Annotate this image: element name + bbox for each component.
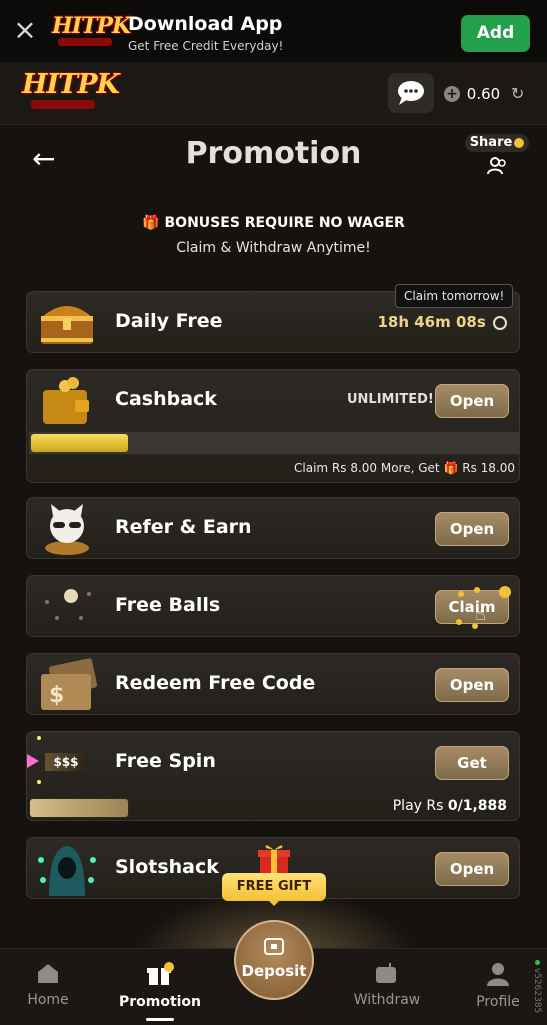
spin-play-value: 0/1,888 [447, 798, 507, 814]
cashback-progress-fill [31, 434, 128, 452]
home-icon [38, 964, 58, 983]
free-gift-badge[interactable]: FREE GIFT [222, 873, 326, 901]
unlimited-badge: UNLIMITED! [347, 392, 434, 407]
spin-ticket-icon: $$$ [27, 752, 93, 772]
version-dot [534, 960, 540, 965]
wallet-coins-icon [37, 374, 97, 424]
tooltip-text: Claim tomorrow! [404, 289, 505, 303]
nav-label: Home [27, 992, 69, 1008]
deposit-button[interactable]: Deposit [234, 920, 314, 1000]
voucher-ticket-icon: $ [37, 658, 98, 710]
spin-progress-bar [29, 798, 129, 818]
promo-title: Free Balls [115, 594, 221, 616]
close-icon[interactable]: × [12, 16, 38, 44]
slotshack-open-button[interactable]: Open [435, 852, 509, 886]
banner-logo-ribbon [58, 38, 112, 46]
promo-title: Free Spin [115, 750, 216, 772]
countdown-text: 18h 46m 08s [377, 313, 486, 331]
pachinko-balls-icon [37, 580, 97, 630]
banner-logo-text: HITPK [52, 13, 131, 39]
cashback-hint-prefix: Claim Rs 8.00 More, Get [294, 461, 440, 475]
nav-withdraw[interactable]: Withdraw [342, 962, 432, 1008]
add-funds-icon[interactable]: + [444, 85, 460, 102]
spin-play-prefix: Play Rs [392, 798, 444, 814]
chat-button[interactable] [388, 73, 434, 113]
hooded-hacker-icon [37, 840, 97, 896]
banner-logo: HITPK [52, 13, 131, 50]
wallet-icon [264, 938, 284, 955]
cashback-open-button[interactable]: Open [435, 384, 509, 418]
promo-card-refer-earn[interactable]: Refer & Earn Open [26, 497, 520, 559]
nav-label: Promotion [118, 994, 202, 1010]
share-users-icon[interactable] [486, 157, 508, 175]
bonus-notice-headline: 🎁 BONUSES REQUIRE NO WAGER [0, 215, 547, 231]
nav-promotion[interactable]: Promotion [115, 962, 205, 1010]
promo-title: Slotshack [115, 856, 219, 878]
claim-tomorrow-tooltip: Claim tomorrow! [395, 284, 514, 308]
back-arrow-icon[interactable]: ← [32, 142, 55, 175]
cashback-progress-bar [29, 432, 519, 454]
refer-open-button[interactable]: Open [435, 512, 509, 546]
promo-card-free-balls[interactable]: Free Balls Claim ☝ [26, 575, 520, 637]
balance-display: + 0.60 ↻ [444, 84, 524, 103]
spin-sparkle-icon [37, 780, 41, 784]
promo-card-free-spin[interactable]: $$$ Free Spin Get Play Rs 0/1,888 [26, 731, 520, 821]
promo-card-cashback[interactable]: Cashback UNLIMITED! Open Claim Rs 8.00 M… [26, 369, 520, 483]
refresh-icon[interactable]: ↻ [511, 84, 524, 103]
withdraw-wallet-icon [376, 963, 396, 983]
cashback-hint-suffix: Rs 18.00 [462, 461, 515, 475]
pointer-hand-icon: ☝ [475, 604, 486, 625]
version-text: v5262385 [528, 960, 542, 1020]
balance-amount: 0.60 [466, 84, 501, 103]
promo-title: Daily Free [115, 310, 223, 332]
banner-title: Download App [128, 13, 283, 35]
promo-title: Cashback [115, 388, 217, 410]
gift-icon: 🎁 [443, 461, 459, 475]
bonus-headline-text: BONUSES REQUIRE NO WAGER [164, 215, 405, 231]
add-app-button[interactable]: Add [461, 15, 530, 52]
chat-icon [398, 81, 424, 105]
treasure-chest-icon [37, 298, 97, 348]
site-logo[interactable]: HITPK [22, 69, 120, 112]
promotion-gift-icon [147, 962, 174, 985]
pink-pointer-icon [27, 754, 39, 768]
cashback-hint: Claim Rs 8.00 More, Get 🎁 Rs 18.00 [294, 461, 515, 475]
deposit-label: Deposit [241, 962, 307, 980]
lucky-cat-icon [37, 502, 97, 555]
clock-icon [493, 316, 507, 330]
svg-text:$: $ [49, 683, 64, 708]
coin-icon [514, 137, 525, 148]
nav-home[interactable]: Home [3, 962, 93, 1008]
active-tab-indicator [146, 1018, 174, 1021]
promo-card-redeem-code[interactable]: $ Redeem Free Code Open [26, 653, 520, 715]
banner-subtitle: Get Free Credit Everyday! [128, 39, 284, 53]
profile-icon [487, 963, 509, 986]
promo-title: Redeem Free Code [115, 672, 316, 694]
site-logo-text: HITPK [22, 69, 120, 100]
daily-countdown: 18h 46m 08s [377, 313, 507, 331]
promo-title: Refer & Earn [115, 516, 252, 538]
nav-label: Withdraw [353, 992, 421, 1008]
version-label: v5262385 [532, 967, 542, 1014]
bonus-notice-subline: Claim & Withdraw Anytime! [176, 240, 371, 256]
free-gift-pointer [268, 900, 280, 906]
gift-icon: 🎁 [142, 215, 160, 231]
spin-progress-fill [30, 799, 128, 817]
free-spin-get-button[interactable]: Get [435, 746, 509, 780]
spin-play-requirement: Play Rs 0/1,888 [393, 798, 507, 814]
share-label: Share [469, 135, 513, 150]
promo-card-daily-free[interactable]: Daily Free Claim tomorrow! 18h 46m 08s [26, 284, 520, 353]
site-logo-ribbon [31, 100, 95, 109]
spin-sparkle-icon [37, 736, 41, 740]
share-button[interactable]: Share [465, 134, 529, 152]
spin-ticket-text: $$$ [45, 753, 87, 771]
redeem-open-button[interactable]: Open [435, 668, 509, 702]
gift-box-icon[interactable] [256, 842, 292, 876]
